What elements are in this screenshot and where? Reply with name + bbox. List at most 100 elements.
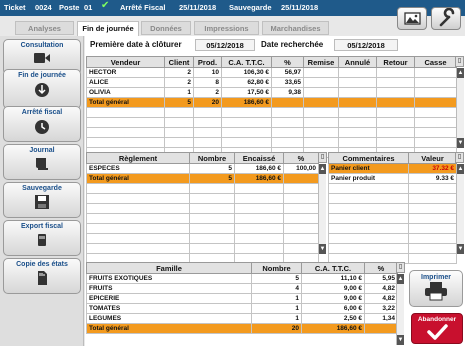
column-header[interactable]: Prod. bbox=[193, 56, 222, 68]
sales-scrollbar[interactable]: ▲ ▼ bbox=[456, 68, 464, 148]
count-cell: 5 bbox=[189, 163, 235, 174]
first-date-field[interactable]: 05/12/2018 bbox=[195, 39, 255, 51]
scroll-up-icon[interactable]: ▲ bbox=[457, 164, 464, 174]
fiscal-label: Arrêté Fiscal bbox=[120, 3, 166, 12]
table-row[interactable]: FRUITS 4 9,00 € 4,82 bbox=[86, 283, 398, 294]
percent-cell: 4,82 bbox=[364, 283, 398, 294]
column-header[interactable]: Valeur bbox=[408, 152, 457, 164]
revenue-cell: 9,00 € bbox=[301, 293, 365, 304]
tab-impressions[interactable]: Impressions bbox=[194, 21, 259, 35]
total-return bbox=[376, 97, 415, 108]
scroll-up-icon[interactable]: ▲ bbox=[319, 164, 326, 174]
tab-analyses[interactable]: Analyses bbox=[15, 21, 74, 35]
breakage-cell bbox=[414, 87, 457, 98]
wrench-icon bbox=[439, 7, 455, 27]
scroll-up-icon[interactable]: ▲ bbox=[397, 274, 404, 284]
scroll-down-icon[interactable]: ▼ bbox=[457, 138, 464, 148]
scroll-down-icon[interactable]: ▼ bbox=[397, 335, 404, 345]
sidebar-item-label: Arrêté fiscal bbox=[21, 109, 63, 116]
column-header[interactable]: Nombre bbox=[189, 152, 235, 164]
column-header[interactable]: Client bbox=[164, 56, 194, 68]
table-row[interactable]: Panier produit 9.33 € bbox=[328, 173, 457, 184]
settings-tool-button[interactable] bbox=[431, 7, 461, 30]
revenue-cell: 17,50 € bbox=[221, 87, 272, 98]
total-row[interactable]: Total général 5 186,60 € bbox=[86, 173, 319, 184]
percent-cell: 9,38 bbox=[271, 87, 304, 98]
ticket-label: Ticket bbox=[4, 3, 26, 12]
table-row[interactable]: HECTOR 2 10 106,30 € 56,97 bbox=[86, 67, 457, 78]
column-header[interactable]: Casse bbox=[414, 56, 457, 68]
cancelled-cell bbox=[338, 67, 377, 78]
empty-row bbox=[328, 213, 457, 224]
sidebar-item-copie-des-etats[interactable]: Copie des états bbox=[3, 258, 81, 294]
column-settings-icon[interactable]: ▯ bbox=[396, 262, 405, 273]
column-header[interactable]: % bbox=[271, 56, 304, 68]
sidebar-item-sauvegarde[interactable]: Sauvegarde bbox=[3, 182, 81, 218]
column-header[interactable]: C.A. T.T.C. bbox=[301, 262, 365, 274]
main-panel: Première date à clôturer 05/12/2018 Date… bbox=[85, 36, 465, 346]
comments-scrollbar[interactable]: ▲ ▼ bbox=[456, 164, 464, 254]
poste-number: 01 bbox=[84, 3, 93, 12]
product-cell: 2 bbox=[193, 87, 222, 98]
empty-row bbox=[328, 203, 457, 214]
total-row[interactable]: Total général 5 20 186,60 € bbox=[86, 97, 457, 108]
column-header[interactable]: C.A. T.T.C. bbox=[221, 56, 272, 68]
table-row[interactable]: FRUITS EXOTIQUES 5 11,10 € 5,95 bbox=[86, 273, 398, 284]
image-tool-button[interactable] bbox=[397, 7, 427, 30]
print-label: Imprimer bbox=[421, 274, 451, 281]
percent-cell: 5,95 bbox=[364, 273, 398, 284]
column-header[interactable]: Nombre bbox=[251, 262, 302, 274]
sidebar-item-arrete-fiscal[interactable]: Arrêté fiscal bbox=[3, 106, 81, 142]
sidebar-item-fin-de-journee[interactable]: Fin de journée bbox=[3, 69, 81, 109]
checkmark-icon bbox=[427, 324, 448, 340]
empty-row bbox=[328, 243, 457, 254]
tab-marchandises[interactable]: Marchandises bbox=[262, 21, 329, 35]
scroll-down-icon[interactable]: ▼ bbox=[457, 244, 464, 254]
column-header[interactable]: Remise bbox=[303, 56, 339, 68]
column-settings-icon[interactable]: ▯ bbox=[455, 152, 464, 163]
payment-scrollbar[interactable]: ▲ ▼ bbox=[318, 164, 326, 254]
cancel-button[interactable]: Abandonner bbox=[411, 313, 463, 344]
total-row[interactable]: Total général 20 186,60 € bbox=[86, 323, 398, 334]
column-header[interactable]: Vendeur bbox=[86, 56, 165, 68]
table-row[interactable]: ESPECES 5 186,60 € 100,00 bbox=[86, 163, 319, 174]
product-cell: 8 bbox=[193, 77, 222, 88]
column-header[interactable]: Famille bbox=[86, 262, 252, 274]
cancel-label: Abandonner bbox=[417, 316, 457, 323]
column-header[interactable]: % bbox=[283, 152, 319, 164]
print-button[interactable]: Imprimer bbox=[409, 270, 463, 307]
empty-row bbox=[86, 213, 319, 224]
column-header[interactable]: % bbox=[364, 262, 398, 274]
vendor-cell: OLIVIA bbox=[86, 87, 165, 98]
column-header[interactable]: Commentaires bbox=[328, 152, 409, 164]
table-row[interactable]: OLIVIA 1 2 17,50 € 9,38 bbox=[86, 87, 457, 98]
column-settings-icon[interactable]: ▯ bbox=[455, 56, 464, 67]
sales-table: Vendeur Client Prod. C.A. T.T.C. % Remis… bbox=[86, 56, 457, 158]
tab-donnees[interactable]: Données bbox=[141, 21, 191, 35]
column-header[interactable]: Règlement bbox=[86, 152, 190, 164]
tab-fin-de-journee[interactable]: Fin de journée bbox=[77, 21, 139, 36]
table-row[interactable]: LEGUMES 1 2,50 € 1,34 bbox=[86, 313, 398, 324]
payment-table: Règlement Nombre Encaissé % ESPECES 5 18… bbox=[86, 152, 319, 264]
table-row[interactable]: Panier client 37.32 € bbox=[328, 163, 457, 174]
return-cell bbox=[376, 87, 415, 98]
column-header[interactable]: Retour bbox=[376, 56, 415, 68]
empty-row bbox=[86, 233, 319, 244]
discount-cell bbox=[303, 87, 339, 98]
search-date-field[interactable]: 05/12/2018 bbox=[334, 39, 398, 51]
family-scrollbar[interactable]: ▲ ▼ bbox=[396, 274, 404, 345]
scroll-down-icon[interactable]: ▼ bbox=[319, 244, 326, 254]
table-row[interactable]: TOMATES 1 6,00 € 3,22 bbox=[86, 303, 398, 314]
vendor-cell: HECTOR bbox=[86, 67, 165, 78]
sidebar-item-journal[interactable]: Journal bbox=[3, 144, 81, 180]
scroll-up-icon[interactable]: ▲ bbox=[457, 68, 464, 78]
comments-table: Commentaires Valeur Panier client 37.32 … bbox=[328, 152, 457, 264]
table-row[interactable]: ALICE 2 8 62,80 € 33,65 bbox=[86, 77, 457, 88]
count-cell: 1 bbox=[251, 303, 302, 314]
column-header[interactable]: Annulé bbox=[338, 56, 377, 68]
column-header[interactable]: Encaissé bbox=[234, 152, 284, 164]
sidebar-item-export-fiscal[interactable]: Export fiscal bbox=[3, 220, 81, 256]
percent-cell: 3,22 bbox=[364, 303, 398, 314]
table-row[interactable]: EPICERIE 1 9,00 € 4,82 bbox=[86, 293, 398, 304]
column-settings-icon[interactable]: ▯ bbox=[318, 152, 327, 163]
